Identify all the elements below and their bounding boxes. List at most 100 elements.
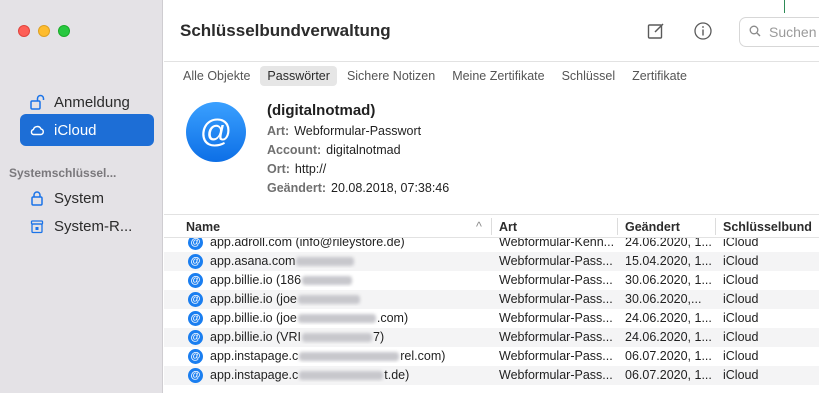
column-header-art[interactable]: Art [499,220,517,234]
tab-alle-objekte[interactable]: Alle Objekte [176,66,257,86]
table-row[interactable]: @ app.instapage.c rel.com) Webformular-Pass… [164,347,819,366]
web-password-icon: @ [188,273,203,288]
table-header: Name ^ Art Geändert Schlüsselbund [164,214,819,238]
row-schluesselbund: iCloud [723,238,759,249]
row-geaendert: 15.04.2020, 1... [625,254,712,268]
item-art: Art: Webformular-Passwort [267,124,422,138]
sidebar: Anmeldung iCloud Systemschlüssel... Syst… [0,0,163,393]
row-geaendert: 24.06.2020, 1... [625,311,712,325]
redacted-text [299,371,384,381]
row-schluesselbund: iCloud [723,330,759,344]
row-art: Webformular-Kenn... [499,238,615,249]
row-art: Webformular-Pass... [499,292,613,306]
row-art: Webformular-Pass... [499,368,613,382]
redacted-text [302,333,373,343]
sidebar-item-label: System-R... [54,217,133,235]
web-password-icon: @ [188,238,203,250]
sidebar-item-label: Anmeldung [54,93,130,111]
row-name: app.instapage.c rel.com) [210,349,446,363]
tab-schluessel[interactable]: Schlüssel [555,66,623,86]
row-art: Webformular-Pass... [499,330,613,344]
search-placeholder: Suchen [769,24,817,40]
table-row[interactable]: @ app.billie.io (joe .com) Webformular-Pass… [164,309,819,328]
search-field[interactable]: Suchen [739,17,819,47]
redacted-text [299,352,400,362]
info-icon[interactable] [693,21,713,41]
web-password-icon: @ [188,349,203,364]
unlock-icon [29,94,45,110]
column-header-geaendert[interactable]: Geändert [625,220,680,234]
web-password-icon: @ [188,311,203,326]
row-schluesselbund: iCloud [723,273,759,287]
category-tabs: Alle Objekte Passwörter Sichere Notizen … [176,66,697,86]
lock-icon [29,190,45,206]
row-art: Webformular-Pass... [499,273,613,287]
cloud-icon [29,122,45,138]
row-schluesselbund: iCloud [723,292,759,306]
tab-meine-zertifikate[interactable]: Meine Zertifikate [445,66,551,86]
table-row[interactable]: @ app.billie.io (VRI 7) Webformular-Pass...… [164,328,819,347]
table-body: @ app.adroll.com (info@rileystore.de) Webf… [164,238,819,393]
row-art: Webformular-Pass... [499,349,613,363]
item-account: Account: digitalnotmad [267,143,401,157]
archive-lock-icon [29,218,45,234]
close-window-button[interactable] [18,25,30,37]
row-schluesselbund: iCloud [723,311,759,325]
sidebar-section-label: Systemschlüssel... [9,166,117,180]
web-password-icon: @ [186,102,246,162]
item-geaendert: Geändert: 20.08.2018, 07:38:46 [267,181,450,195]
window-title: Schlüsselbundverwaltung [180,21,391,40]
svg-text:@: @ [200,113,232,149]
table-row[interactable]: @ app.asana.com Webformular-Pass... 15.04.2… [164,252,819,271]
table-row[interactable]: @ app.adroll.com (info@rileystore.de) Webf… [164,238,819,252]
compose-icon[interactable] [646,21,666,41]
column-header-name[interactable]: Name [186,220,220,234]
minimize-window-button[interactable] [38,25,50,37]
row-art: Webformular-Pass... [499,254,613,268]
row-geaendert: 24.06.2020, 1... [625,330,712,344]
row-name: app.billie.io (joe .com) [210,311,409,325]
search-icon [749,24,761,40]
item-name: (digitalnotmad) [267,102,376,119]
window-controls [18,25,70,37]
sort-chevron-icon[interactable]: ^ [476,220,482,234]
tab-passwoerter[interactable]: Passwörter [260,66,337,86]
row-name: app.adroll.com (info@rileystore.de) [210,238,405,249]
row-name: app.billie.io (186 [210,273,490,287]
redacted-text [296,257,355,267]
toolbar: Schlüsselbundverwaltung Suchen [164,0,819,62]
row-geaendert: 30.06.2020,... [625,292,702,306]
sidebar-item-system-roots[interactable]: System-R... [20,210,154,242]
redacted-text [302,276,353,286]
tab-zertifikate[interactable]: Zertifikate [625,66,694,86]
web-password-icon: @ [188,368,203,383]
tab-sichere-notizen[interactable]: Sichere Notizen [340,66,442,86]
row-art: Webformular-Pass... [499,311,613,325]
web-password-icon: @ [188,292,203,307]
sidebar-item-icloud[interactable]: iCloud [20,114,154,146]
web-password-icon: @ [188,330,203,345]
table-row[interactable]: @ app.instapage.c t.de) Webformular-Pass...… [164,366,819,385]
divider [784,0,785,13]
row-name: app.asana.com [210,254,490,268]
row-schluesselbund: iCloud [723,368,759,382]
table-row[interactable]: @ app.billie.io (joe Webformular-Pass... 30… [164,290,819,309]
sidebar-item-label: iCloud [54,121,97,139]
row-geaendert: 06.07.2020, 1... [625,368,712,382]
row-schluesselbund: iCloud [723,349,759,363]
item-ort: Ort: http:// [267,162,327,176]
row-name: app.billie.io (joe [210,292,490,306]
column-divider[interactable] [617,218,618,235]
zoom-window-button[interactable] [58,25,70,37]
redacted-text [297,314,376,324]
row-geaendert: 06.07.2020, 1... [625,349,712,363]
row-schluesselbund: iCloud [723,254,759,268]
column-divider[interactable] [491,218,492,235]
column-header-schluesselbund[interactable]: Schlüsselbund [723,220,812,234]
redacted-text [297,295,360,305]
row-name: app.billie.io (VRI 7) [210,330,385,344]
column-divider[interactable] [715,218,716,235]
sidebar-item-label: System [54,189,105,207]
web-password-icon: @ [188,254,203,269]
table-row[interactable]: @ app.billie.io (186 Webformular-Pass... 30… [164,271,819,290]
